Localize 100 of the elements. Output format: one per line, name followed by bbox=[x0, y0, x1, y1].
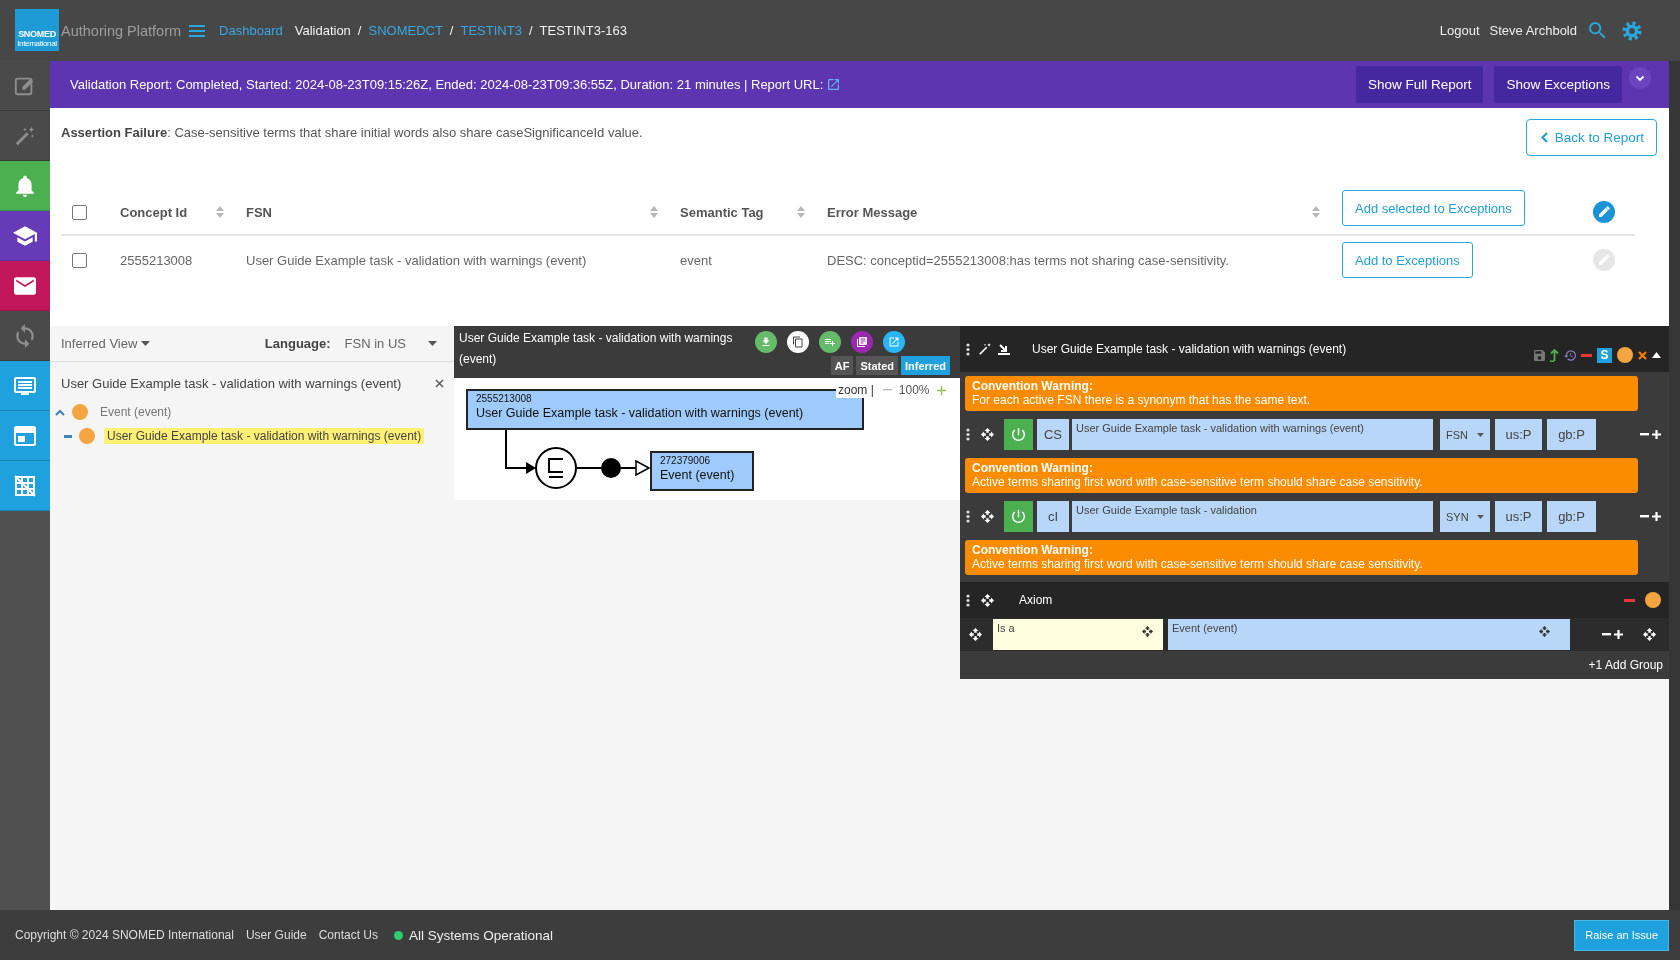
drag-handle-icon[interactable] bbox=[966, 593, 970, 607]
group-node bbox=[601, 458, 621, 478]
plus-icon[interactable] bbox=[1652, 512, 1661, 521]
column-header[interactable]: Error Message bbox=[827, 204, 918, 220]
zoom-label: zoom | bbox=[836, 382, 876, 398]
edit-icon[interactable] bbox=[1593, 201, 1615, 223]
sidebar-item[interactable] bbox=[0, 211, 50, 261]
semantic-tag-cell: event bbox=[680, 252, 712, 268]
report-button[interactable]: Show Exceptions bbox=[1494, 66, 1622, 103]
close-icon[interactable] bbox=[435, 379, 444, 388]
settings-icon[interactable] bbox=[1622, 20, 1642, 41]
scrollbar[interactable] bbox=[1669, 61, 1680, 910]
parent-concept-node[interactable]: 272379006 Event (event) bbox=[650, 451, 754, 491]
dot-icon bbox=[72, 404, 88, 420]
minus-icon[interactable] bbox=[1640, 433, 1649, 436]
drag-handle-icon[interactable] bbox=[966, 510, 970, 523]
gb-acceptability-field[interactable]: gb:P bbox=[1547, 501, 1596, 532]
chevron-left-icon bbox=[1540, 132, 1548, 143]
concept-label: User Guide Example task - validation with warnings (event) bbox=[476, 405, 805, 421]
save-icon[interactable] bbox=[1534, 349, 1545, 361]
move-icon[interactable] bbox=[981, 593, 994, 607]
breadcrumb-separator: / bbox=[449, 23, 454, 38]
move-icon[interactable] bbox=[1539, 626, 1550, 637]
us-acceptability-field[interactable]: us:P bbox=[1495, 501, 1542, 532]
plus-icon[interactable] bbox=[1614, 630, 1623, 639]
tree-item[interactable]: Event (event) bbox=[97, 404, 175, 420]
caret-icon[interactable] bbox=[55, 408, 65, 416]
gb-acceptability-field[interactable]: gb:P bbox=[1547, 419, 1596, 450]
arrow-up-icon[interactable] bbox=[1550, 348, 1559, 362]
close-icon[interactable] bbox=[1638, 350, 1647, 360]
plus-icon[interactable] bbox=[1652, 430, 1661, 439]
attribute-value: Is a bbox=[997, 622, 1015, 636]
dot-icon[interactable] bbox=[1617, 347, 1633, 363]
move-icon[interactable] bbox=[969, 628, 982, 641]
select-all-checkbox[interactable] bbox=[72, 204, 87, 220]
caret-down-icon[interactable] bbox=[141, 341, 151, 346]
caret-down-icon[interactable] bbox=[428, 341, 437, 346]
user-name[interactable]: Steve Archbold bbox=[1489, 23, 1577, 38]
taxonomy-title: User Guide Example task - validation with warnings (event) bbox=[61, 376, 402, 391]
grid-off-icon bbox=[14, 474, 36, 497]
minus-icon[interactable] bbox=[1640, 515, 1649, 518]
move-icon[interactable] bbox=[981, 428, 994, 441]
view-selector[interactable]: Inferred View bbox=[61, 336, 138, 351]
column-header[interactable]: Semantic Tag bbox=[680, 204, 764, 220]
warning-title: Convention Warning: bbox=[972, 461, 1094, 475]
us-acceptability-field[interactable]: us:P bbox=[1495, 419, 1542, 450]
minus-icon[interactable] bbox=[1602, 633, 1611, 636]
move-icon[interactable] bbox=[981, 510, 994, 523]
column-header[interactable]: Concept Id bbox=[120, 204, 188, 220]
report-button[interactable]: Show Full Report bbox=[1355, 66, 1484, 103]
history-icon[interactable] bbox=[1564, 349, 1576, 361]
dot-icon bbox=[79, 428, 95, 444]
active-toggle[interactable] bbox=[1004, 501, 1033, 532]
caret-down-icon bbox=[1477, 514, 1484, 519]
library-icon[interactable] bbox=[851, 331, 873, 353]
minus-icon[interactable] bbox=[1581, 353, 1592, 357]
case-significance-field[interactable]: CS bbox=[1037, 419, 1069, 450]
view-tab[interactable]: AF bbox=[830, 356, 854, 375]
attribute-field[interactable]: Is a bbox=[993, 619, 1163, 650]
target-field[interactable]: Event (event) bbox=[1168, 619, 1570, 650]
tree-item[interactable]: User Guide Example task - validation with warnings (event) bbox=[104, 428, 425, 444]
search-icon[interactable] bbox=[1589, 22, 1606, 39]
menu-icon[interactable] bbox=[189, 24, 206, 37]
concept-label: Event (event) bbox=[660, 467, 736, 483]
breadcrumb-link[interactable]: Dashboard bbox=[219, 23, 283, 38]
assertion-text: Assertion Failure: Case-sensitive terms that share initial words also share caseSignificanceId value. bbox=[61, 125, 643, 140]
playlist-add-icon[interactable] bbox=[819, 331, 841, 353]
view-tab[interactable]: Stated bbox=[856, 356, 899, 375]
type-dropdown[interactable]: SYN bbox=[1440, 501, 1490, 532]
export-icon[interactable] bbox=[998, 343, 1010, 355]
drag-handle-icon[interactable] bbox=[966, 342, 970, 356]
magic-wand-icon[interactable] bbox=[978, 342, 992, 356]
external-link-icon[interactable] bbox=[828, 79, 840, 90]
minus-icon[interactable] bbox=[1624, 598, 1635, 602]
add-group-link[interactable]: +1 Add Group bbox=[1588, 658, 1663, 672]
column-header[interactable]: FSN bbox=[246, 204, 272, 220]
fsn-cell: User Guide Example task - validation with warnings (event) bbox=[246, 252, 587, 268]
copy-icon[interactable] bbox=[787, 331, 809, 353]
move-icon[interactable] bbox=[1142, 626, 1153, 637]
language-selector[interactable]: FSN in US bbox=[344, 336, 406, 351]
footer-link[interactable]: Contact Us bbox=[318, 928, 378, 942]
row-checkbox[interactable] bbox=[72, 252, 87, 268]
concept-id-cell: 2555213008 bbox=[120, 252, 193, 268]
caret-up-icon[interactable] bbox=[1652, 352, 1661, 358]
dot-icon[interactable] bbox=[1645, 592, 1661, 608]
bell-icon bbox=[15, 174, 35, 197]
breadcrumb-item: Validation bbox=[294, 23, 351, 38]
term-field[interactable]: User Guide Example task - validation with warnings (event) bbox=[1072, 419, 1433, 450]
download-icon[interactable] bbox=[755, 331, 777, 353]
chevron-down-icon[interactable] bbox=[1629, 66, 1651, 89]
move-icon[interactable] bbox=[1643, 628, 1656, 641]
type-dropdown[interactable]: FSN bbox=[1440, 419, 1490, 450]
footer-link[interactable]: User Guide bbox=[245, 928, 307, 942]
active-toggle[interactable] bbox=[1004, 419, 1033, 450]
case-significance-field[interactable]: cI bbox=[1037, 501, 1069, 532]
logout-link[interactable]: Logout bbox=[1439, 23, 1480, 38]
drag-handle-icon[interactable] bbox=[966, 428, 970, 441]
term-field[interactable]: User Guide Example task - validation bbox=[1072, 501, 1433, 532]
sidebar-item[interactable] bbox=[0, 261, 50, 311]
open-new-icon[interactable] bbox=[883, 331, 905, 353]
